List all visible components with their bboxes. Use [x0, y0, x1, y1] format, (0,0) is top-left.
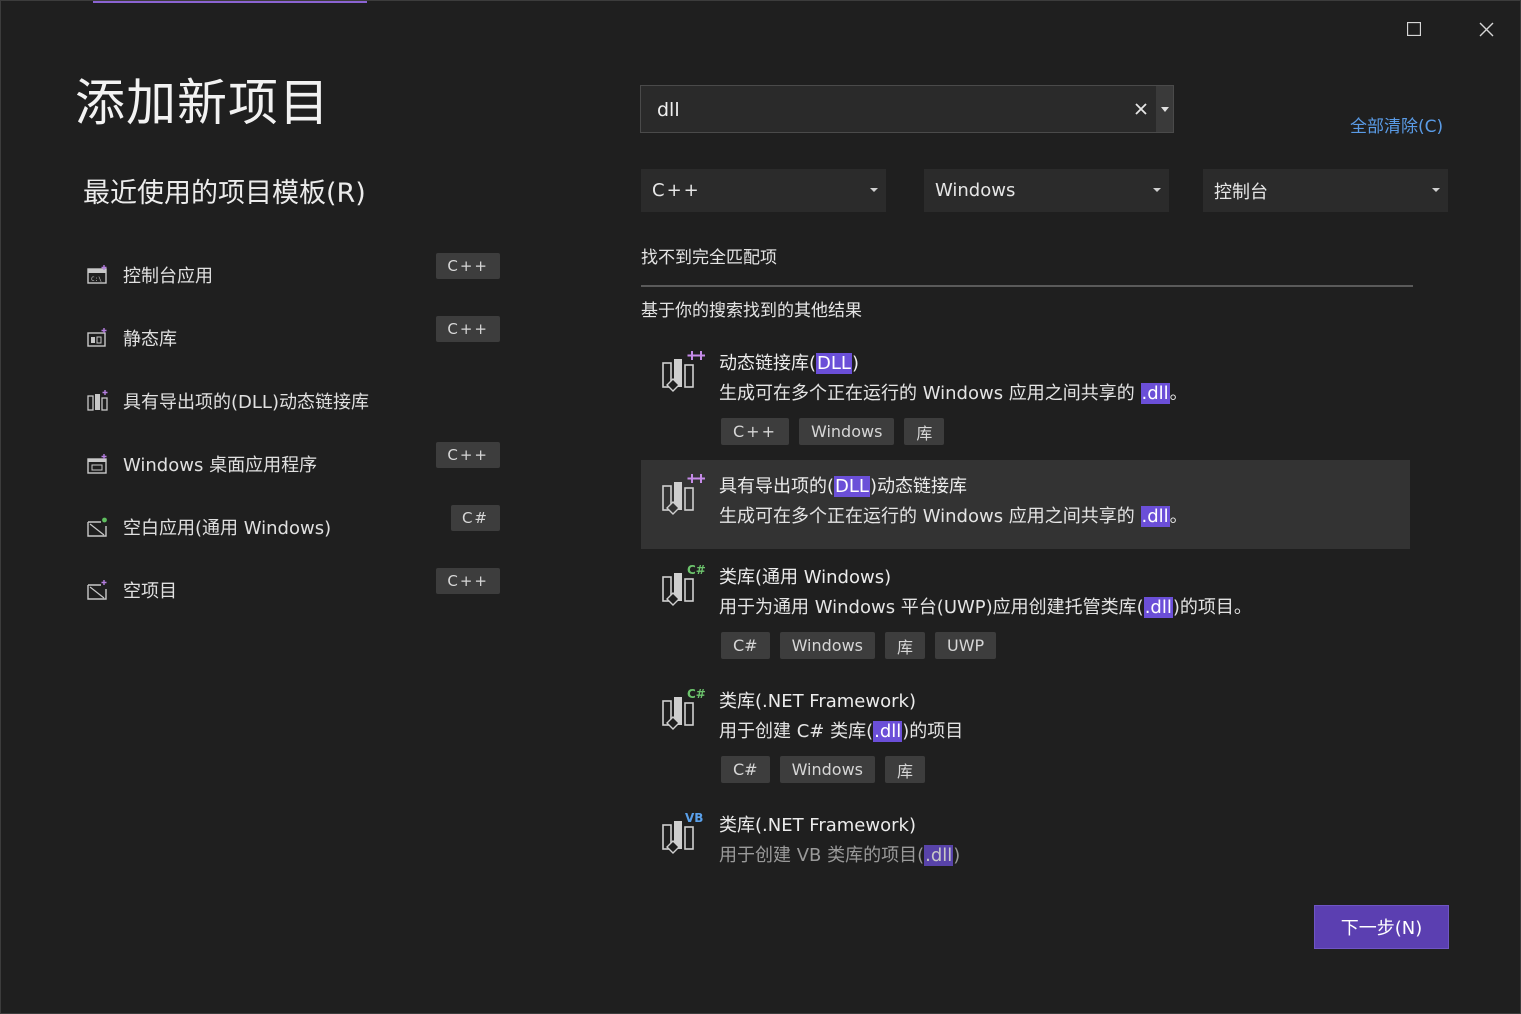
cpp-library-icon [662, 351, 705, 392]
language-tag: C# [450, 505, 500, 531]
result-description: 用于为通用 Windows 平台(UWP)应用创建托管类库(.dll)的项目。 [719, 597, 1252, 618]
chevron-down-icon [1432, 188, 1440, 192]
recent-item-empty-project[interactable]: 空项目 C++ [87, 558, 507, 621]
cpp-library-icon [662, 474, 705, 515]
maximize-button[interactable] [1399, 15, 1429, 43]
dll-icon [87, 389, 109, 412]
results-divider [641, 285, 1413, 287]
blank-app-icon [87, 516, 109, 538]
tag-uwp: UWP [935, 632, 997, 659]
svg-text:C:\: C:\ [91, 276, 102, 283]
tag-platform: Windows [779, 756, 875, 783]
search-input[interactable] [655, 96, 1119, 124]
maximize-icon [1407, 22, 1421, 36]
result-item-class-library-netfx-vb[interactable]: VB 类库(.NET Framework) 用于创建 VB 类库的项目(.dll… [641, 801, 1410, 871]
platform-filter-value: Windows [935, 180, 1016, 201]
csharp-library-icon: C# [662, 687, 705, 730]
svg-text:VB: VB [685, 811, 703, 825]
project-type-filter[interactable]: 控制台 [1203, 169, 1448, 212]
recent-item-dll-exports[interactable]: 具有导出项的(DLL)动态链接库 [87, 369, 507, 432]
tag-platform: Windows [779, 632, 875, 659]
add-new-project-dialog: 添加新项目 最近使用的项目模板(R) C:\ 控制台应用 C++ 静态库 C++… [0, 0, 1521, 1014]
result-description: 生成可在多个正在运行的 Windows 应用之间共享的 .dll。 [719, 383, 1188, 404]
vb-library-icon: VB [662, 811, 703, 854]
chevron-down-icon [1153, 188, 1161, 192]
recent-item-label: 具有导出项的(DLL)动态链接库 [123, 391, 369, 413]
recent-item-label: 静态库 [123, 328, 177, 350]
svg-text:C#: C# [687, 563, 705, 577]
other-results-heading: 基于你的搜索找到的其他结果 [641, 301, 862, 321]
static-library-icon [87, 327, 109, 349]
title-accent-bar [93, 1, 367, 3]
desktop-app-icon [87, 453, 109, 475]
language-tag: C++ [436, 316, 500, 342]
recent-templates-heading: 最近使用的项目模板(R) [83, 178, 366, 209]
console-app-icon: C:\ [87, 264, 109, 286]
language-filter[interactable]: C++ [641, 169, 886, 212]
result-description: 用于创建 VB 类库的项目(.dll) [719, 845, 961, 866]
clear-search-button[interactable] [1131, 99, 1151, 119]
next-button[interactable]: 下一步(N) [1314, 905, 1449, 949]
recent-item-label: Windows 桌面应用程序 [123, 454, 318, 476]
tag-type: 库 [904, 418, 945, 445]
result-title: 类库(通用 Windows) [719, 567, 892, 588]
language-filter-value: C++ [652, 180, 701, 201]
result-item-class-library-netfx-cs[interactable]: C# 类库(.NET Framework) 用于创建 C# 类库(.dll)的项… [641, 677, 1410, 795]
close-icon [1135, 103, 1147, 115]
no-exact-match-text: 找不到完全匹配项 [641, 248, 777, 268]
tag-language: C# [721, 756, 770, 783]
close-button[interactable] [1471, 15, 1501, 43]
search-box [640, 85, 1174, 133]
recent-item-console-app[interactable]: C:\ 控制台应用 C++ [87, 243, 507, 306]
result-item-class-library-uwp[interactable]: C# 类库(通用 Windows) 用于为通用 Windows 平台(UWP)应… [641, 553, 1410, 671]
recent-item-static-library[interactable]: 静态库 C++ [87, 306, 507, 369]
recent-item-blank-app-uwp[interactable]: 空白应用(通用 Windows) C# [87, 495, 507, 558]
result-description: 生成可在多个正在运行的 Windows 应用之间共享的 .dll。 [719, 506, 1188, 527]
csharp-library-icon: C# [662, 563, 705, 606]
result-title: 具有导出项的(DLL)动态链接库 [719, 476, 967, 497]
recent-item-label: 空项目 [123, 580, 177, 602]
result-tags: C# Windows 库 [721, 756, 926, 783]
tag-type: 库 [885, 632, 926, 659]
recent-item-label: 空白应用(通用 Windows) [123, 517, 332, 539]
result-item-dll-exports[interactable]: 具有导出项的(DLL)动态链接库 生成可在多个正在运行的 Windows 应用之… [641, 460, 1410, 549]
recent-item-windows-desktop-app[interactable]: Windows 桌面应用程序 C++ [87, 432, 507, 495]
result-title: 类库(.NET Framework) [719, 815, 916, 836]
result-tags: C# Windows 库 UWP [721, 632, 997, 659]
project-type-filter-value: 控制台 [1214, 181, 1268, 203]
platform-filter[interactable]: Windows [924, 169, 1169, 212]
tag-language: C# [721, 632, 770, 659]
clear-all-link[interactable]: 全部清除(C) [1350, 112, 1443, 137]
result-title: 类库(.NET Framework) [719, 691, 916, 712]
chevron-down-icon [1160, 106, 1169, 112]
tag-platform: Windows [798, 418, 895, 445]
result-tags: C++ Windows 库 [721, 418, 945, 445]
search-history-dropdown[interactable] [1156, 86, 1173, 132]
close-icon [1479, 22, 1493, 36]
svg-text:C#: C# [687, 687, 705, 701]
tag-type: 库 [885, 756, 926, 783]
recent-item-label: 控制台应用 [123, 265, 213, 287]
page-title: 添加新项目 [75, 74, 330, 132]
result-item-dll[interactable]: 动态链接库(DLL) 生成可在多个正在运行的 Windows 应用之间共享的 .… [641, 339, 1410, 457]
result-title: 动态链接库(DLL) [719, 353, 859, 374]
language-tag: C++ [436, 253, 500, 279]
chevron-down-icon [870, 188, 878, 192]
empty-project-icon [87, 579, 109, 601]
language-tag: C++ [436, 568, 500, 594]
recent-templates-list: C:\ 控制台应用 C++ 静态库 C++ 具有导出项的(DLL)动态链接库 W… [87, 243, 507, 621]
language-tag: C++ [436, 442, 500, 468]
result-description: 用于创建 C# 类库(.dll)的项目 [719, 721, 964, 742]
tag-language: C++ [721, 418, 789, 445]
